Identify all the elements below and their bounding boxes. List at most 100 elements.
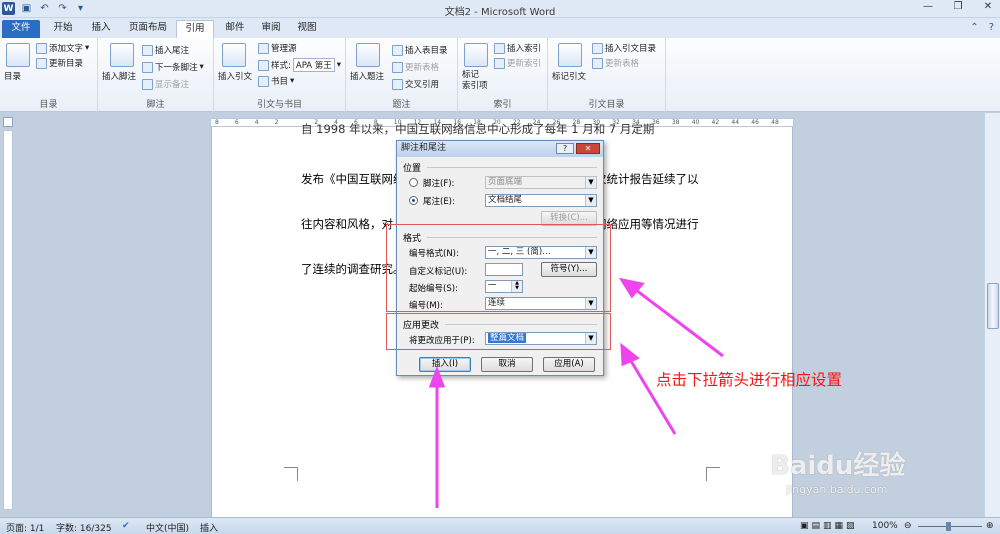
cancel-button[interactable]: 取消	[481, 357, 533, 372]
doc-line-2a: 往内容和风格，对	[301, 217, 393, 231]
tab-review[interactable]: 审阅	[254, 20, 288, 38]
manage-sources-button[interactable]: 管理源	[258, 42, 297, 54]
bibliography-button[interactable]: 书目 ▾	[258, 75, 294, 87]
zoom-out-icon[interactable]: ⊖	[904, 521, 912, 531]
view-buttons-icon[interactable]: ▣▤▥▦▧	[800, 521, 858, 531]
scrollbar-thumb[interactable]	[987, 283, 999, 329]
insert-footnote-button[interactable]: 插入脚注	[102, 70, 136, 82]
insert-footnote-icon	[110, 43, 134, 67]
status-zoom[interactable]: 100%	[872, 521, 898, 531]
status-page[interactable]: 页面: 1/1	[6, 521, 44, 534]
ruler-tick: 2	[274, 119, 279, 126]
group-toa-label: 引文目录	[588, 100, 625, 110]
zoom-in-icon[interactable]: ⊕	[986, 521, 994, 531]
endnote-position-select[interactable]: 文档结尾 ▼	[485, 194, 597, 207]
status-words[interactable]: 字数: 16/325	[56, 521, 112, 534]
group-toc-label: 目录	[39, 100, 58, 110]
group-captions: 插入题注 插入表目录 更新表格 交叉引用 题注	[346, 38, 458, 112]
insert-endnote-button[interactable]: 插入尾注	[142, 44, 189, 56]
update-toc-button[interactable]: 更新目录	[36, 57, 83, 69]
tab-file[interactable]: 文件	[2, 20, 40, 38]
bibliography-label: 书目	[271, 77, 289, 87]
tab-references[interactable]: 引用	[176, 20, 214, 38]
minimize-button[interactable]: —	[920, 1, 936, 15]
proofing-icon[interactable]: ✔	[122, 521, 130, 531]
update-toa-icon	[592, 57, 603, 69]
dialog-titlebar[interactable]: 脚注和尾注 ? ✕	[397, 141, 603, 157]
insert-toa-icon	[592, 42, 603, 54]
add-text-button[interactable]: 添加文字 ▾	[36, 42, 89, 54]
mark-citation-button[interactable]: 标记引文	[552, 70, 586, 82]
next-footnote-label: 下一条脚注	[155, 63, 198, 73]
insert-toa-label: 插入引文目录	[605, 44, 657, 54]
dialog-help-button[interactable]: ?	[556, 143, 574, 154]
insert-button[interactable]: 插入(I)	[419, 357, 471, 372]
insert-caption-icon	[356, 43, 380, 67]
insert-caption-button[interactable]: 插入题注	[350, 70, 384, 82]
manage-sources-icon	[258, 42, 269, 54]
baidu-watermark-url: jingyan.baidu.com	[786, 483, 888, 496]
insert-toa-button[interactable]: 插入引文目录	[592, 42, 656, 54]
next-footnote-button[interactable]: 下一条脚注 ▾	[142, 61, 204, 73]
apply-button[interactable]: 应用(A)	[543, 357, 595, 372]
style-icon	[258, 59, 269, 71]
tab-insert[interactable]: 插入	[84, 20, 118, 38]
ruler-tick: 6	[234, 119, 239, 126]
update-index-icon	[494, 57, 505, 69]
position-divider	[427, 167, 597, 168]
status-language[interactable]: 中文(中国)	[146, 521, 189, 534]
ribbon: 目录 添加文字 ▾ 更新目录 目录 插入脚注 插入尾注 下一条脚注 ▾ 显示备注…	[0, 38, 1000, 112]
group-index-label: 索引	[493, 100, 512, 110]
insert-table-of-figures-button[interactable]: 插入表目录	[392, 44, 448, 56]
restore-button[interactable]: ❐	[950, 1, 966, 15]
close-window-button[interactable]: ✕	[980, 1, 996, 15]
margin-corner-left	[284, 467, 298, 481]
footnote-radio[interactable]	[409, 178, 418, 187]
group-citations: 插入引文 管理源 样式: APA 第王 ▾ 书目 ▾ 引文与书目	[214, 38, 346, 112]
cross-reference-button[interactable]: 交叉引用	[392, 78, 439, 90]
ribbon-tabs: 文件 开始 插入 页面布局 引用 邮件 审阅 视图 ⌃ ?	[0, 18, 1000, 38]
update-index-button[interactable]: 更新索引	[494, 57, 541, 69]
show-notes-button[interactable]: 显示备注	[142, 78, 189, 90]
tab-mailings[interactable]: 邮件	[218, 20, 252, 38]
doc-line-1a: 发布《中国互联网络	[301, 172, 405, 186]
update-toa-button[interactable]: 更新表格	[592, 57, 639, 69]
insert-table-of-figures-label: 插入表目录	[405, 46, 448, 56]
status-mode[interactable]: 插入	[200, 521, 218, 534]
endnote-radio[interactable]	[409, 196, 418, 205]
mark-entry-button[interactable]: 标记 索引项	[462, 70, 488, 92]
update-table-button[interactable]: 更新表格	[392, 61, 439, 73]
show-notes-icon	[142, 78, 153, 90]
tab-home[interactable]: 开始	[44, 20, 82, 38]
style-control: 样式: APA 第王 ▾	[258, 58, 341, 72]
footnote-position-select[interactable]: 页面底端 ▼	[485, 176, 597, 189]
format-highlight-box	[386, 224, 611, 312]
tab-view[interactable]: 视图	[290, 20, 324, 38]
insert-citation-icon	[222, 43, 246, 67]
ruler-tick: 4	[254, 119, 259, 126]
insert-index-button[interactable]: 插入索引	[494, 42, 541, 54]
update-table-label: 更新表格	[405, 63, 440, 73]
dialog-close-button[interactable]: ✕	[576, 143, 600, 154]
ruler-tab-selector[interactable]	[3, 117, 13, 127]
annotation-text: 点击下拉箭头进行相应设置	[656, 371, 843, 389]
ruler-tick: 8	[215, 119, 219, 126]
zoom-slider-thumb[interactable]	[946, 522, 951, 531]
ruler-tick: 38	[671, 119, 680, 126]
update-table-icon	[392, 61, 403, 73]
tab-page-layout[interactable]: 页面布局	[122, 20, 174, 38]
style-select[interactable]: APA 第王	[292, 58, 335, 72]
insert-endnote-label: 插入尾注	[155, 46, 190, 56]
insert-citation-button[interactable]: 插入引文	[218, 70, 252, 82]
toc-button[interactable]: 目录	[4, 70, 21, 82]
table-of-figures-icon	[392, 44, 403, 56]
group-toc: 目录 添加文字 ▾ 更新目录 目录	[0, 38, 98, 112]
help-icon[interactable]: ?	[989, 22, 994, 33]
vertical-ruler[interactable]	[3, 130, 13, 510]
group-index: 标记 索引项 插入索引 更新索引 索引	[458, 38, 548, 112]
margin-corner-right	[706, 467, 720, 481]
insert-index-label: 插入索引	[507, 44, 542, 54]
endnote-position-value: 文档结尾	[488, 195, 523, 205]
ribbon-collapse-icon[interactable]: ⌃	[970, 22, 978, 33]
vertical-scrollbar[interactable]	[984, 113, 1000, 517]
